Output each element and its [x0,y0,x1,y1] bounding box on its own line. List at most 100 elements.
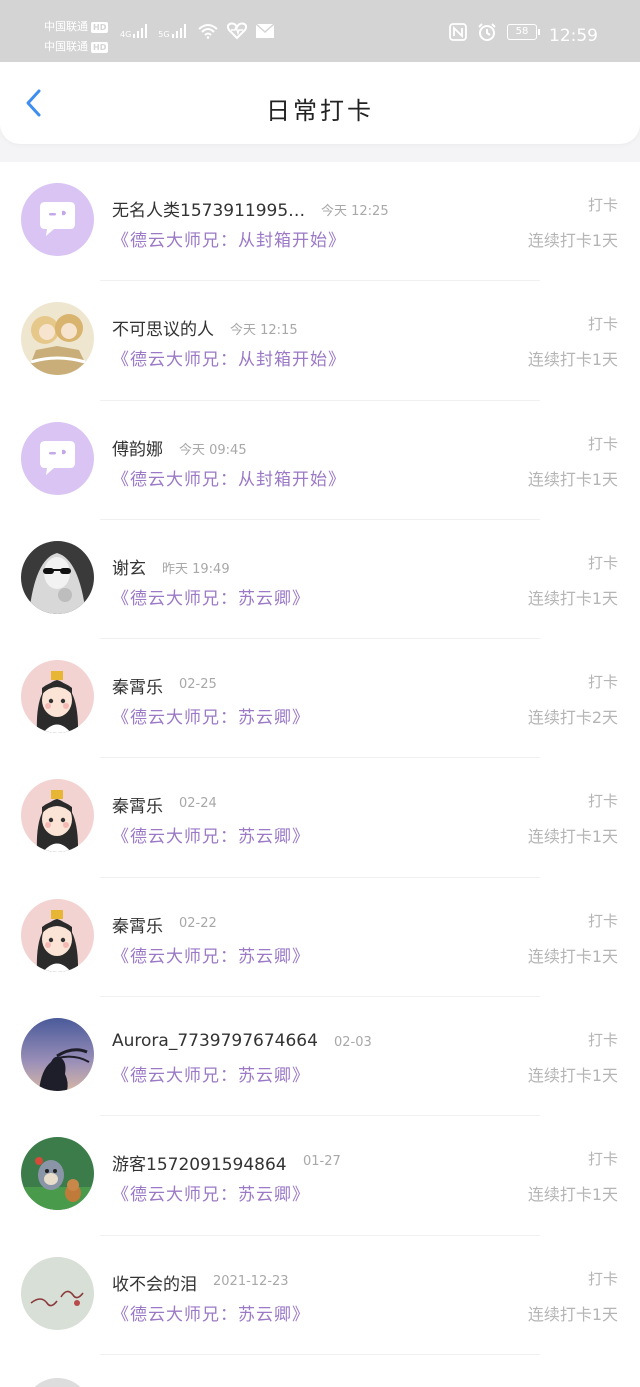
health-heart-icon [226,22,247,40]
header-bar: 日常打卡 [0,62,640,144]
user-name[interactable]: Aurora_7739797674664 [112,1031,318,1051]
list-item[interactable]: 收不会的泪 2021-12-23 《德云大师兄：苏云卿》 打卡连续打卡1天 [0,1236,640,1355]
chat-bubble-icon [21,421,94,495]
book-title-link[interactable]: 《德云大师兄：苏云卿》 [112,1180,310,1205]
streak-count: 连续打卡1天 [527,231,618,250]
book-title-link[interactable]: 《德云大师兄：苏云卿》 [112,822,310,847]
book-title-link[interactable]: 《德云大师兄：从封箱开始》 [112,345,346,370]
avatar[interactable] [21,183,94,256]
checkin-label: 打卡 [587,196,618,214]
book-title-link[interactable]: 《德云大师兄：苏云卿》 [112,1061,310,1086]
avatar[interactable] [21,421,94,495]
avatar[interactable] [21,898,94,972]
avatar[interactable] [21,660,94,734]
checkin-label: 打卡 [587,673,618,692]
checkin-time: 今天 12:15 [230,323,298,339]
streak-count: 连续打卡2天 [527,708,618,728]
checkin-time: 02-25 [179,677,217,693]
user-name[interactable]: 不可思议的人 [112,315,214,340]
checkin-time: 昨天 19:49 [162,561,230,577]
net-type-label: 5G [158,30,170,39]
carrier-2: 中国联通 [44,40,88,53]
avatar[interactable] [21,1256,94,1330]
checkin-label: 打卡 [587,553,618,572]
avatar-image [21,540,94,614]
list-item[interactable]: 无名人类1573911995… 今天 12:25 《德云大师兄：从封箱开始》 打卡连续… [0,162,640,282]
list-item[interactable]: 傅韵娜 今天 09:45 《德云大师兄：从封箱开始》 打卡 连续打卡1天 [0,401,640,520]
user-name[interactable]: 秦霄乐 [112,673,163,698]
checkin-time: 02-24 [179,796,217,812]
streak-count: 连续打卡1天 [527,469,618,489]
net-type-label: 4G [120,30,132,39]
avatar-image [21,1137,94,1211]
chat-bubble-icon [21,183,94,256]
book-title-link[interactable]: 《德云大师兄：从封箱开始》 [112,226,346,251]
hd-badge: HD [91,21,109,33]
divider [100,1353,540,1355]
checkin-list: 无名人类1573911995… 今天 12:25 《德云大师兄：从封箱开始》 打卡 连续… [0,162,640,1387]
streak-count: 连续打卡1天 [527,946,618,966]
book-title-link[interactable]: 《德云大师兄：苏云卿》 [112,942,310,967]
wifi-icon [197,24,218,39]
list-item[interactable]: Aurora_7739797674664 02-03 《德云大师兄：苏云卿》 打卡连续… [0,997,640,1117]
list-item[interactable]: 不可思议的人 今天 12:15 《德云大师兄：从封箱开始》 打卡 连续打卡1天 [0,281,640,401]
carrier-info: 中国联通 HD 中国联通 HD [44,17,109,57]
book-title-link[interactable]: 《德云大师兄：苏云卿》 [112,584,310,609]
book-title-link[interactable]: 《德云大师兄：从封箱开始》 [112,465,346,490]
book-title-link[interactable]: 《德云大师兄：苏云卿》 [112,1300,310,1325]
list-item[interactable]: 秦霄乐 02-24 《德云大师兄：苏云卿》 打卡连续打卡1天 [0,758,640,878]
list-item[interactable]: 谢玄 昨天 19:49 《德云大师兄：苏云卿》 打卡连续打卡1天 [0,520,640,640]
clock-time: 12:59 [549,26,598,46]
avatar[interactable] [21,1018,94,1092]
list-item[interactable]: 秦霄乐 02-25 《德云大师兄：苏云卿》 打卡连续打卡2天 [0,639,640,759]
avatar[interactable] [21,1137,94,1211]
avatar[interactable] [21,540,94,614]
list-item[interactable]: 游客1572091594864 01-27 《德云大师兄：苏云卿》 打卡连续打卡1天 [0,1116,640,1236]
checkin-time: 今天 12:25 [321,204,389,219]
battery-level: 58 [507,24,537,40]
user-name[interactable]: 游客1572091594864 [112,1150,287,1175]
checkin-label: 打卡 [587,1269,618,1288]
user-name[interactable]: 傅韵娜 [112,435,163,460]
streak-count: 连续打卡1天 [527,350,618,370]
streak-count: 连续打卡1天 [527,1304,618,1324]
user-name[interactable]: 无名人类1573911995… [112,196,305,221]
user-name[interactable]: 秦霄乐 [112,792,163,817]
checkin-label: 打卡 [587,911,618,930]
checkin-label: 打卡 [587,1150,618,1169]
book-title-link[interactable]: 《德云大师兄：苏云卿》 [112,703,310,728]
checkin-label: 打卡 [587,1031,618,1050]
page-title: 日常打卡 [266,97,374,125]
signal-4g-icon: 4G [120,23,150,39]
streak-count: 连续打卡1天 [527,588,618,608]
avatar-image [21,1256,94,1330]
nfc-icon [449,23,467,41]
checkin-time: 02-22 [179,915,217,931]
list-item[interactable]: 秦霄乐 02-22 《德云大师兄：苏云卿》 打卡连续打卡1天 [0,878,640,998]
mail-icon [255,23,275,38]
carrier-1: 中国联通 [44,20,88,33]
avatar-image [21,898,94,972]
avatar-image [21,779,94,853]
avatar-image [21,302,94,376]
streak-count: 连续打卡1天 [527,1066,618,1086]
avatar-image [21,660,94,734]
status-bar: 中国联通 HD 中国联通 HD 4G 5G 58 12:59 [0,0,640,62]
user-name[interactable]: 收不会的泪 [112,1270,197,1295]
checkin-time: 02-03 [334,1035,372,1051]
alarm-icon [478,23,496,41]
streak-count: 连续打卡1天 [527,1185,618,1205]
avatar-image [21,1018,94,1092]
avatar[interactable] [21,302,94,376]
checkin-time: 2021-12-23 [213,1273,289,1289]
checkin-label: 打卡 [587,434,618,453]
user-name[interactable]: 秦霄乐 [112,912,163,937]
avatar[interactable] [21,779,94,853]
signal-5g-icon: 5G [158,23,188,39]
checkin-label: 打卡 [587,792,618,811]
user-name[interactable]: 谢玄 [112,554,146,579]
battery-icon: 58 [507,24,540,40]
checkin-time: 01-27 [303,1154,341,1170]
streak-count: 连续打卡1天 [527,827,618,847]
hd-badge: HD [91,41,109,53]
